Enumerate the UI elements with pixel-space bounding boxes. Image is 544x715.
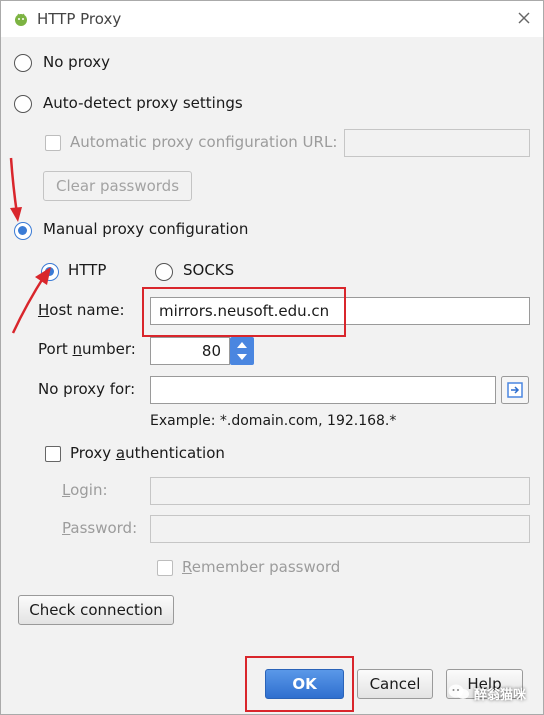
http-radio[interactable]: [41, 263, 59, 281]
port-label-prefix: Port: [38, 340, 73, 358]
no-proxy-radio[interactable]: [14, 54, 32, 72]
manual-proxy-radio[interactable]: [14, 222, 32, 240]
port-number-label: Port number:: [38, 340, 136, 358]
watermark-text: 醉翁猫咪: [474, 688, 527, 703]
port-label-rest: umber:: [82, 340, 136, 358]
socks-label[interactable]: SOCKS: [183, 261, 234, 279]
no-proxy-for-label: No proxy for:: [38, 380, 136, 398]
host-name-label: Host name:: [38, 301, 125, 319]
close-icon[interactable]: [516, 10, 532, 26]
host-name-mnemonic: H: [38, 301, 50, 319]
auth-label-rest: uthentication: [125, 444, 225, 462]
remember-label-rest: emember password: [191, 558, 341, 576]
proxy-authentication-checkbox[interactable]: [45, 446, 61, 462]
clear-passwords-button[interactable]: Clear passwords: [43, 171, 192, 201]
android-studio-icon: [15, 13, 27, 26]
remember-mnemonic: R: [182, 558, 192, 576]
no-proxy-example: Example: *.domain.com, 192.168.*: [150, 413, 397, 429]
auto-config-url-label: Automatic proxy configuration URL:: [70, 133, 338, 151]
socks-radio[interactable]: [155, 263, 173, 281]
manual-proxy-label[interactable]: Manual proxy configuration: [43, 220, 248, 238]
login-label: Login:: [62, 481, 108, 499]
no-proxy-for-input[interactable]: [150, 376, 496, 404]
auth-label-prefix: Proxy: [70, 444, 116, 462]
auto-config-url-input[interactable]: [344, 129, 530, 157]
no-proxy-label[interactable]: No proxy: [43, 53, 110, 71]
cancel-button[interactable]: Cancel: [357, 669, 433, 699]
auto-detect-label[interactable]: Auto-detect proxy settings: [43, 94, 243, 112]
auth-label-mnemonic: a: [115, 444, 126, 462]
password-label: Password:: [62, 519, 137, 537]
red-arrow-manual: [9, 157, 22, 222]
window-title: HTTP Proxy: [37, 10, 122, 28]
remember-password-checkbox[interactable]: [157, 560, 173, 576]
login-input[interactable]: [150, 477, 530, 505]
check-connection-button[interactable]: Check connection: [18, 595, 174, 625]
expand-field-icon[interactable]: [501, 376, 529, 404]
login-mnemonic: L: [62, 481, 71, 499]
http-proxy-dialog: HTTP Proxy No proxy Auto-detect proxy se…: [0, 0, 544, 715]
title-bar: HTTP Proxy: [1, 1, 543, 37]
password-input[interactable]: [150, 515, 530, 543]
port-label-mnemonic: n: [72, 340, 83, 358]
host-name-label-rest: ost name:: [49, 301, 125, 319]
auto-detect-radio[interactable]: [14, 95, 32, 113]
auto-config-url-checkbox[interactable]: [45, 135, 61, 151]
password-label-rest: assword:: [70, 519, 138, 537]
ok-button[interactable]: OK: [265, 669, 344, 699]
remember-password-label[interactable]: Remember password: [182, 558, 340, 576]
wechat-icon: [448, 684, 469, 699]
http-label[interactable]: HTTP: [68, 261, 106, 279]
port-spinner-icon[interactable]: [230, 337, 254, 365]
port-number-input[interactable]: 80: [150, 337, 230, 365]
proxy-authentication-label[interactable]: Proxy authentication: [70, 444, 225, 462]
login-label-rest: ogin:: [70, 481, 108, 499]
host-name-input[interactable]: mirrors.neusoft.edu.cn: [150, 297, 530, 325]
